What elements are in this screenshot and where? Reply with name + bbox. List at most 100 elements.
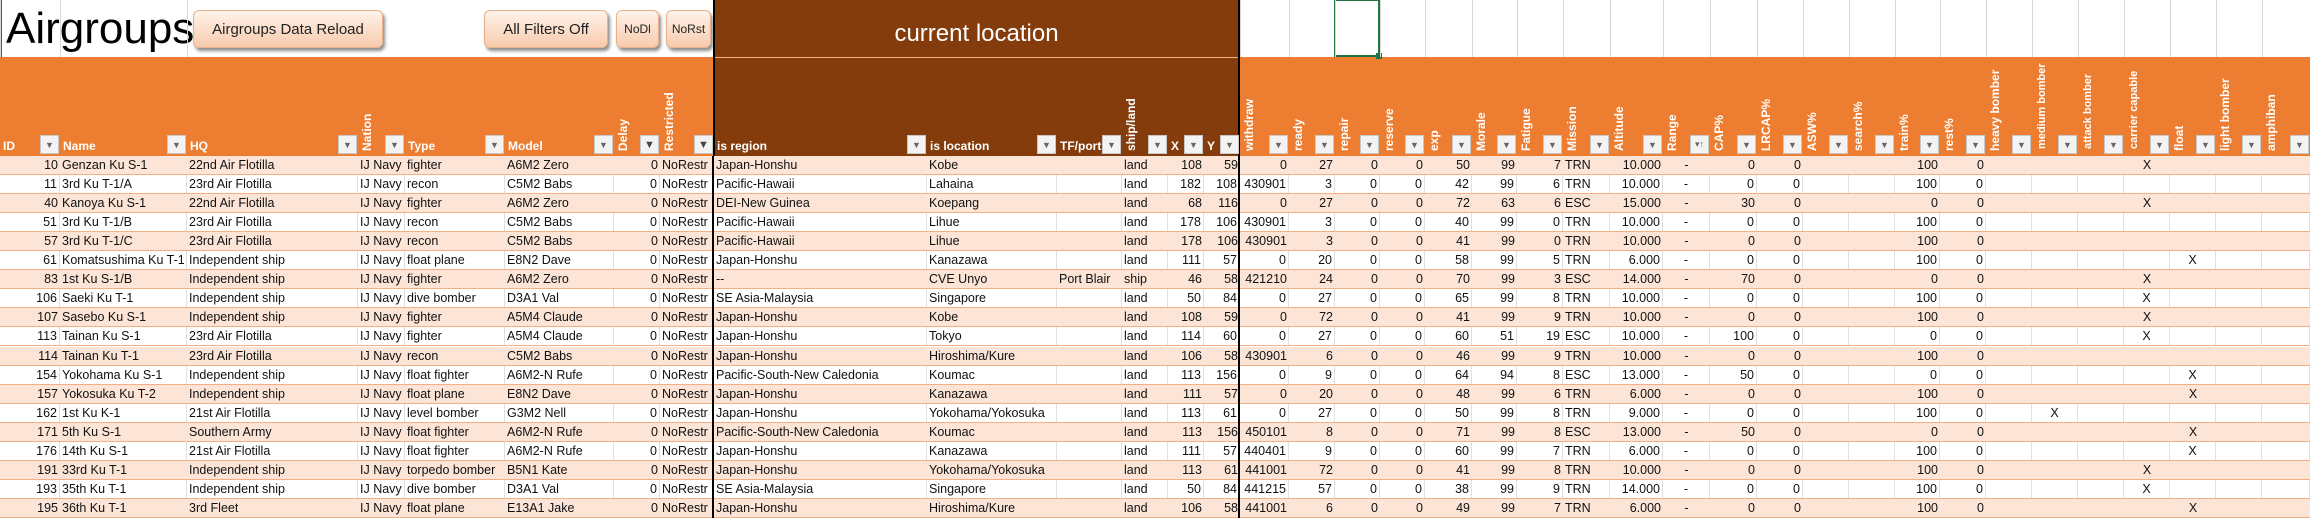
cell-medium-bomber[interactable] — [2032, 175, 2078, 194]
cell-range[interactable]: - — [1663, 213, 1710, 232]
cell-rest[interactable]: 0 — [1940, 213, 1986, 232]
cell-id[interactable]: 107 — [0, 308, 60, 326]
cell-is-region[interactable]: Pacific-South-New Caledonia — [714, 365, 927, 384]
filter-button-heavy-bomber[interactable]: ▼ — [2012, 135, 2031, 154]
cell-type[interactable]: recon — [405, 232, 505, 250]
cell-hq[interactable]: 21st Air Flotilla — [187, 403, 358, 422]
cell-altitude[interactable]: 10.000 — [1610, 461, 1663, 479]
cell-model[interactable]: A6M2-N Rufe — [505, 441, 614, 460]
cell-light-bomber[interactable] — [2216, 347, 2262, 365]
cell-tf-port[interactable] — [1057, 327, 1122, 346]
cell-heavy-bomber[interactable] — [1986, 423, 2032, 441]
cell-ready[interactable]: 72 — [1289, 461, 1335, 479]
cell-ship-land[interactable]: land — [1122, 327, 1168, 346]
cell-ready[interactable]: 57 — [1289, 479, 1335, 498]
cell-altitude[interactable]: 14.000 — [1610, 270, 1663, 288]
cell-reserve[interactable]: 0 — [1380, 232, 1425, 250]
cell-amphiban[interactable] — [2262, 327, 2310, 346]
cell-ship-land[interactable]: land — [1122, 441, 1168, 460]
cell-range[interactable]: - — [1663, 308, 1710, 326]
cell-withdraw[interactable]: 0 — [1240, 156, 1289, 174]
cell-id[interactable]: 162 — [0, 403, 60, 422]
cell-is-region[interactable]: DEI-New Guinea — [714, 194, 927, 212]
cell-asw[interactable] — [1803, 327, 1849, 346]
cell-model[interactable]: C5M2 Babs — [505, 347, 614, 365]
cell-rest[interactable]: 0 — [1940, 365, 1986, 384]
cell-type[interactable]: float fighter — [405, 365, 505, 384]
cell-lrcap[interactable]: 0 — [1757, 175, 1803, 194]
cell-medium-bomber[interactable] — [2032, 423, 2078, 441]
cell-heavy-bomber[interactable] — [1986, 213, 2032, 232]
cell-type[interactable]: fighter — [405, 270, 505, 288]
cell-name[interactable]: Kanoya Ku S-1 — [60, 194, 187, 212]
cell-fatigue[interactable]: 6 — [1517, 385, 1563, 403]
cell-lrcap[interactable]: 0 — [1757, 347, 1803, 365]
cell-fatigue[interactable]: 8 — [1517, 403, 1563, 422]
cell-y[interactable]: 156 — [1204, 365, 1240, 384]
cell-name[interactable]: Tainan Ku T-1 — [60, 347, 187, 365]
cell-repair[interactable]: 0 — [1335, 499, 1380, 517]
cell-is-location[interactable]: Lihue — [927, 213, 1057, 232]
cell-search[interactable] — [1849, 270, 1895, 288]
cell-lrcap[interactable]: 0 — [1757, 251, 1803, 270]
cell-mission[interactable]: ESC — [1563, 365, 1610, 384]
cell-reserve[interactable]: 0 — [1380, 194, 1425, 212]
cell-ship-land[interactable]: land — [1122, 156, 1168, 174]
cell-y[interactable]: 59 — [1204, 308, 1240, 326]
cell-ship-land[interactable]: ship — [1122, 270, 1168, 288]
cell-altitude[interactable]: 10.000 — [1610, 175, 1663, 194]
cell-restricted[interactable]: NoRestr — [660, 499, 714, 517]
cell-attack-bomber[interactable] — [2078, 213, 2124, 232]
cell-x[interactable]: 108 — [1168, 156, 1204, 174]
cell-asw[interactable] — [1803, 308, 1849, 326]
cell-reserve[interactable]: 0 — [1380, 479, 1425, 498]
cell-heavy-bomber[interactable] — [1986, 499, 2032, 517]
cell-cap[interactable]: 0 — [1710, 403, 1757, 422]
cell-model[interactable]: D3A1 Val — [505, 289, 614, 308]
cell-withdraw[interactable]: 441215 — [1240, 479, 1289, 498]
cell-nation[interactable]: IJ Navy — [358, 403, 405, 422]
cell-is-region[interactable]: Pacific-Hawaii — [714, 213, 927, 232]
cell-is-location[interactable]: Kobe — [927, 156, 1057, 174]
cell-fatigue[interactable]: 7 — [1517, 441, 1563, 460]
cell-float[interactable] — [2170, 270, 2216, 288]
cell-search[interactable] — [1849, 251, 1895, 270]
cell-ready[interactable]: 3 — [1289, 213, 1335, 232]
cell-light-bomber[interactable] — [2216, 461, 2262, 479]
cell-reserve[interactable]: 0 — [1380, 441, 1425, 460]
cell-carrier-capable[interactable]: X — [2124, 194, 2170, 212]
cell-range[interactable]: - — [1663, 461, 1710, 479]
cell-model[interactable]: A6M2-N Rufe — [505, 423, 614, 441]
cell-altitude[interactable]: 6.000 — [1610, 385, 1663, 403]
cell-delay[interactable]: 0 — [614, 479, 660, 498]
cell-search[interactable] — [1849, 499, 1895, 517]
cell-exp[interactable]: 60 — [1425, 327, 1472, 346]
cell-float[interactable]: X — [2170, 365, 2216, 384]
cell-nation[interactable]: IJ Navy — [358, 232, 405, 250]
cell-delay[interactable]: 0 — [614, 213, 660, 232]
cell-name[interactable]: Komatsushima Ku T-1 — [60, 251, 187, 270]
cell-light-bomber[interactable] — [2216, 327, 2262, 346]
cell-name[interactable]: 33rd Ku T-1 — [60, 461, 187, 479]
cell-morale[interactable]: 99 — [1472, 175, 1517, 194]
cell-float[interactable]: X — [2170, 441, 2216, 460]
cell-is-region[interactable]: Japan-Honshu — [714, 385, 927, 403]
cell-medium-bomber[interactable] — [2032, 327, 2078, 346]
filter-button-ready[interactable]: ▼ — [1315, 135, 1334, 154]
cell-is-location[interactable]: Koumac — [927, 365, 1057, 384]
cell-name[interactable]: 3rd Ku T-1/C — [60, 232, 187, 250]
cell-morale[interactable]: 99 — [1472, 308, 1517, 326]
cell-train[interactable]: 0 — [1895, 423, 1940, 441]
cell-search[interactable] — [1849, 289, 1895, 308]
selected-cell[interactable] — [1334, 0, 1380, 57]
cell-is-region[interactable]: Japan-Honshu — [714, 347, 927, 365]
cell-exp[interactable]: 65 — [1425, 289, 1472, 308]
cell-range[interactable]: - — [1663, 403, 1710, 422]
cell-fatigue[interactable]: 8 — [1517, 423, 1563, 441]
cell-range[interactable]: - — [1663, 385, 1710, 403]
cell-x[interactable]: 68 — [1168, 194, 1204, 212]
cell-amphiban[interactable] — [2262, 213, 2310, 232]
cell-restricted[interactable]: NoRestr — [660, 479, 714, 498]
cell-id[interactable]: 113 — [0, 327, 60, 346]
cell-id[interactable]: 171 — [0, 423, 60, 441]
